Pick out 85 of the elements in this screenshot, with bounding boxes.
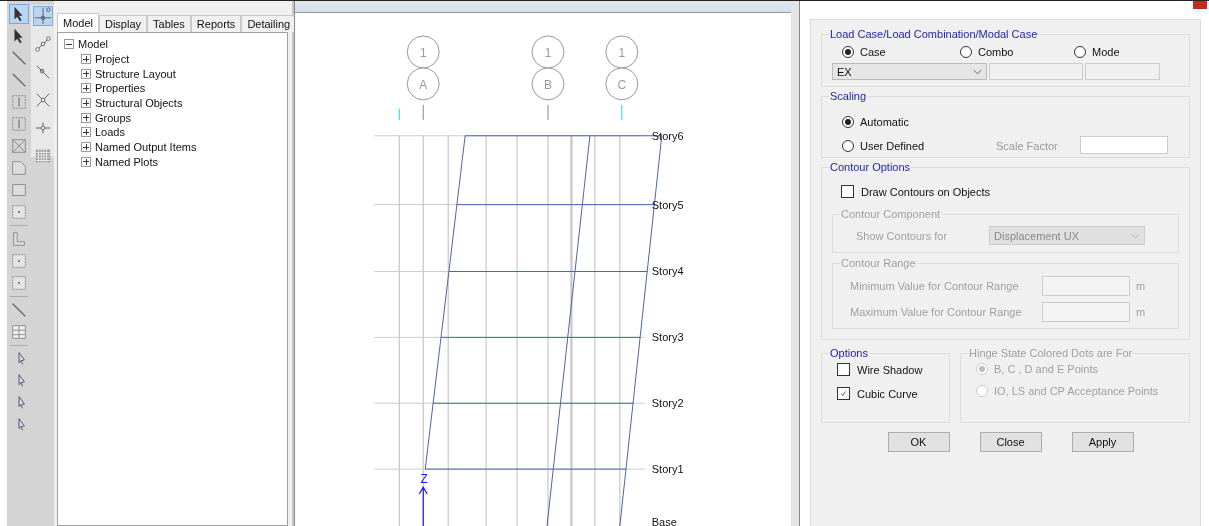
input-field[interactable] xyxy=(989,63,1083,80)
dotted-rectangle-icon[interactable] xyxy=(10,274,28,292)
grid-bubble: B xyxy=(531,67,565,101)
pointer-icon[interactable] xyxy=(10,5,28,23)
story-label: Story4 xyxy=(651,265,684,278)
dialog-button[interactable]: Apply xyxy=(1071,432,1134,452)
grid-icon[interactable] xyxy=(10,323,28,341)
group-title: Hinge State Colored Dots are For xyxy=(968,347,1134,359)
tree-item[interactable]: Structure Layout xyxy=(95,67,176,80)
expand-icon[interactable] xyxy=(81,98,91,109)
group-title: Contour Component xyxy=(840,208,942,220)
dialog-button[interactable]: Close xyxy=(979,432,1042,452)
tree-item[interactable]: Structural Objects xyxy=(95,97,183,110)
explorer-tab[interactable]: Display xyxy=(98,15,148,32)
explorer-tab[interactable]: Model xyxy=(57,13,99,32)
grid-bubble: 1 xyxy=(531,35,565,69)
dialog-button[interactable]: OK xyxy=(887,432,950,452)
tree-item[interactable]: Named Plots xyxy=(95,155,158,168)
node-icon[interactable] xyxy=(33,7,52,25)
grid-bubble: 1 xyxy=(605,35,639,69)
group-title: Load Case/Load Combination/Modal Case xyxy=(829,28,1039,40)
field-label: Maximum Value for Contour Range xyxy=(850,306,1023,318)
radio-button[interactable]: Case xyxy=(842,46,960,58)
group-title: Options xyxy=(829,347,869,359)
tree-item[interactable]: Loads xyxy=(95,126,125,139)
grid-icon[interactable] xyxy=(33,147,52,165)
input-field[interactable] xyxy=(1085,63,1160,80)
crossed-box-icon[interactable] xyxy=(10,137,28,155)
unit-label: m xyxy=(1136,306,1146,318)
field-label: Scale Factor xyxy=(996,140,1058,152)
collapse-icon[interactable] xyxy=(64,39,74,50)
field-label: Show Contours for xyxy=(856,229,949,242)
expand-icon[interactable] xyxy=(81,112,91,123)
explorer-tab[interactable]: Detailing xyxy=(241,15,297,32)
grid-bubble: C xyxy=(605,67,639,101)
group-title: Scaling xyxy=(829,90,868,102)
story-label: Story1 xyxy=(651,463,684,476)
chevron-down-icon xyxy=(1131,232,1140,239)
grid-bubble: A xyxy=(406,67,440,101)
z-axis-arrow xyxy=(418,485,428,526)
dashed-box-icon[interactable] xyxy=(10,115,28,133)
explorer-tab[interactable]: Tables xyxy=(147,15,191,32)
tree-item[interactable]: Groups xyxy=(95,111,132,124)
checkbox[interactable]: Draw Contours on Objects xyxy=(841,185,1179,198)
expand-icon[interactable] xyxy=(81,127,91,138)
dashed-box-icon[interactable] xyxy=(10,93,28,111)
story-label: Story5 xyxy=(651,198,684,211)
axis-label: Z xyxy=(420,472,428,487)
diagonal-line-icon[interactable] xyxy=(10,71,28,89)
group-title: Contour Range xyxy=(840,257,917,269)
rectangle-icon[interactable] xyxy=(10,181,28,199)
story-label: Story2 xyxy=(651,397,684,410)
radio-button[interactable]: User Defined xyxy=(842,140,925,152)
scale-factor-field[interactable] xyxy=(1080,136,1168,154)
field-label: Minimum Value for Contour Range xyxy=(850,280,1020,292)
radio-button[interactable]: Automatic xyxy=(842,116,909,128)
pentagon-icon[interactable] xyxy=(10,159,28,177)
explorer-tab[interactable]: Reports xyxy=(190,15,242,32)
dotted-rectangle-icon[interactable] xyxy=(10,203,28,221)
expand-icon[interactable] xyxy=(81,156,91,167)
group-title: Contour Options xyxy=(829,161,912,173)
dotted-rectangle-icon[interactable] xyxy=(10,252,28,270)
diagonal-line-icon[interactable] xyxy=(10,301,28,319)
checkbox[interactable]: Wire Shadow xyxy=(832,363,939,376)
case-dropdown[interactable]: EX xyxy=(832,63,987,80)
checkbox[interactable]: Cubic Curve xyxy=(832,387,939,400)
expand-icon[interactable] xyxy=(81,142,91,153)
expand-icon[interactable] xyxy=(81,68,91,79)
tree-item[interactable]: Model xyxy=(78,38,108,51)
expand-icon[interactable] xyxy=(81,83,91,94)
unit-label: m xyxy=(1136,280,1146,292)
line-icon[interactable] xyxy=(10,49,28,67)
bracket-icon[interactable] xyxy=(10,230,28,248)
tree-item[interactable]: Properties xyxy=(95,82,146,95)
story-label: Story6 xyxy=(651,129,684,142)
story-label: Base xyxy=(651,516,677,526)
radio-button[interactable]: Combo xyxy=(960,46,1074,58)
node-icon[interactable] xyxy=(33,35,52,53)
story-label: Story3 xyxy=(651,331,684,344)
chevron-down-icon xyxy=(973,68,982,75)
grid-bubble: 1 xyxy=(406,35,440,69)
tree-item[interactable]: Project xyxy=(95,53,130,66)
radio-button[interactable]: Mode xyxy=(1074,46,1120,58)
tree-item[interactable]: Named Output Items xyxy=(95,141,197,154)
expand-icon[interactable] xyxy=(81,54,91,65)
